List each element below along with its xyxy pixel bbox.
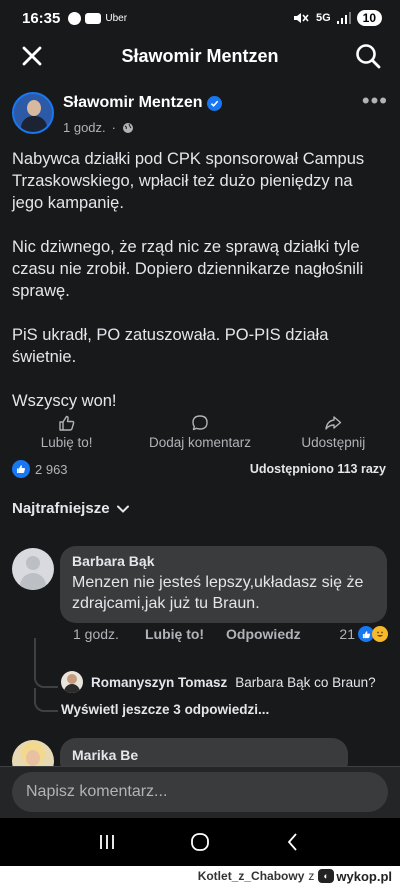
close-icon[interactable] bbox=[16, 40, 48, 72]
comment-time[interactable]: 1 godz. bbox=[73, 626, 145, 642]
page-title: Sławomir Mentzen bbox=[121, 45, 279, 66]
footer-username: Kotlet_z_Chabowy bbox=[197, 869, 305, 883]
reply-avatar bbox=[61, 671, 83, 693]
battery-indicator: 10 bbox=[356, 10, 382, 26]
sort-label: Najtrafniejsze bbox=[12, 500, 110, 517]
post-actions: Lubię to! Dodaj komentarz Udostępnij bbox=[0, 414, 400, 454]
footer-connector: z bbox=[308, 869, 315, 883]
post-paragraph: PiS ukradł, PO zatuszowała. PO-PIS dział… bbox=[12, 326, 329, 366]
messenger-icon bbox=[68, 11, 82, 25]
post-paragraph: Nabywca działki pod CPK sponsorował Camp… bbox=[12, 150, 365, 212]
footer-site: wykop.pl bbox=[336, 868, 392, 884]
comment-author[interactable]: Barbara Bąk bbox=[72, 553, 375, 569]
reply-thread-line bbox=[34, 688, 58, 712]
post-author-name[interactable]: Sławomir Mentzen bbox=[63, 94, 203, 112]
system-nav-bar bbox=[0, 818, 400, 866]
wykop-logo-icon: ◐ bbox=[318, 869, 335, 883]
phone-screen: 16:35 Uber 5G 10 Sławomir Mentzen Sławom… bbox=[0, 0, 400, 866]
status-time: 16:35 bbox=[22, 9, 61, 27]
comment-like-button[interactable]: Lubię to! bbox=[145, 626, 226, 642]
comment-icon bbox=[192, 415, 208, 431]
comment-text: Menzen nie jesteś lepszy,układasz się że… bbox=[72, 574, 364, 612]
reply-text: Barbara Bąk co Braun? bbox=[235, 674, 376, 690]
share-icon bbox=[325, 416, 342, 430]
top-bar: Sławomir Mentzen bbox=[0, 36, 400, 76]
verified-badge-icon bbox=[206, 95, 222, 111]
chevron-down-icon bbox=[116, 505, 129, 513]
reply-thread-line bbox=[34, 638, 58, 688]
share-label: Udostępnij bbox=[301, 435, 366, 450]
signal-icon bbox=[336, 12, 351, 24]
post-header: Sławomir Mentzen 1 godz. · ••• bbox=[12, 90, 388, 140]
reaction-count[interactable]: 2 963 bbox=[35, 462, 68, 477]
comment-reply-button[interactable]: Odpowiedz bbox=[226, 626, 301, 642]
status-bar: 16:35 Uber 5G 10 bbox=[0, 0, 400, 36]
haha-reaction-icon bbox=[372, 626, 388, 642]
comment-bubble: Barbara Bąk Menzen nie jesteś lepszy,ukł… bbox=[60, 546, 387, 623]
post-time[interactable]: 1 godz. bbox=[63, 120, 106, 135]
comment-reaction-count: 21 bbox=[339, 626, 355, 642]
network-label: 5G bbox=[315, 12, 331, 24]
recent-apps-icon[interactable] bbox=[96, 831, 118, 853]
comment-label: Dodaj komentarz bbox=[148, 435, 252, 450]
post-paragraph: Wszyscy won! bbox=[12, 392, 117, 410]
comment-avatar[interactable] bbox=[12, 548, 54, 590]
comment-actions: 1 godz. Lubię to! Odpowiedz 21 bbox=[73, 626, 388, 642]
search-icon[interactable] bbox=[352, 40, 384, 72]
comment-author[interactable]: Marika Be bbox=[72, 747, 138, 763]
view-more-replies-link[interactable]: Wyświetl jeszcze 3 odpowiedzi... bbox=[61, 702, 269, 717]
thumbs-up-icon bbox=[58, 415, 74, 431]
wykop-logo: ◐ wykop.pl bbox=[318, 869, 392, 884]
like-button[interactable]: Lubię to! bbox=[0, 414, 133, 454]
comment-button[interactable]: Dodaj komentarz bbox=[133, 414, 266, 454]
comments-sort-dropdown[interactable]: Najtrafniejsze bbox=[12, 500, 130, 517]
share-count[interactable]: Udostępniono 113 razy bbox=[250, 462, 386, 476]
uber-label: Uber bbox=[105, 12, 128, 24]
comment-reactions[interactable]: 21 bbox=[339, 626, 388, 642]
comment-input[interactable]: Napisz komentarz... bbox=[12, 772, 388, 812]
reply-preview[interactable]: Romanyszyn Tomasz Barbara Bąk co Braun? bbox=[61, 670, 388, 694]
back-icon[interactable] bbox=[282, 831, 304, 853]
source-footer: Kotlet_z_Chabowy z ◐ wykop.pl bbox=[0, 866, 400, 886]
youtube-icon bbox=[85, 12, 102, 24]
like-reaction-icon bbox=[12, 460, 30, 478]
share-button[interactable]: Udostępnij bbox=[267, 414, 400, 454]
home-icon[interactable] bbox=[189, 831, 211, 853]
reply-author: Romanyszyn Tomasz bbox=[91, 674, 228, 690]
post-body: Nabywca działki pod CPK sponsorował Camp… bbox=[12, 148, 386, 434]
like-label: Lubię to! bbox=[40, 435, 93, 450]
globe-icon bbox=[123, 122, 133, 133]
author-avatar[interactable] bbox=[12, 92, 54, 134]
mute-icon bbox=[293, 13, 309, 23]
post-stats: 2 963 Udostępniono 113 razy bbox=[12, 458, 386, 480]
comment-composer: Napisz komentarz... bbox=[0, 766, 400, 818]
post-paragraph: Nic dziwnego, że rząd nic ze sprawą dzia… bbox=[12, 238, 364, 300]
more-options-icon[interactable]: ••• bbox=[362, 90, 388, 112]
